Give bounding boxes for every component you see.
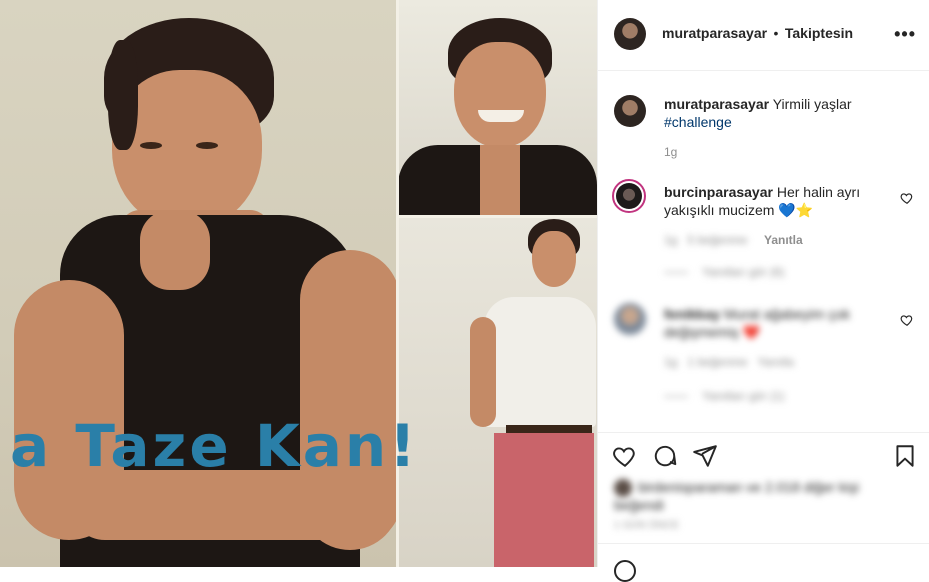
view-replies[interactable]: Yanıtları gör (6) — [664, 265, 784, 279]
comment-likes[interactable]: 1 beğenme — [687, 355, 747, 369]
hashtag-link[interactable]: #challenge — [664, 114, 732, 130]
caption-username[interactable]: muratparasayar — [664, 96, 769, 112]
comment-time: 1g — [664, 233, 678, 247]
comment-text: fenikkay Murat ağabeyim çok değişmemiş ❤… — [664, 305, 904, 341]
comment-time: 1g — [664, 355, 678, 369]
header-username[interactable]: muratparasayar — [662, 25, 767, 41]
comment-likes[interactable]: 5 beğenme — [687, 233, 747, 247]
view-replies-label: Yanıtları gör (6) — [702, 265, 785, 279]
comments-list: muratparasayar Yirmili yaşlar #challenge… — [598, 71, 929, 431]
heart-icon[interactable] — [900, 191, 914, 205]
add-comment-bar[interactable] — [598, 543, 929, 582]
avatar[interactable] — [612, 179, 646, 213]
emoji-icon[interactable] — [614, 560, 636, 582]
comment-text: burcinparasayar Her halin ayrı yakışıklı… — [664, 183, 904, 219]
view-replies-label: Yanıtları gör (1) — [702, 389, 785, 403]
comment-username[interactable]: burcinparasayar — [664, 184, 773, 200]
avatar[interactable] — [614, 18, 646, 50]
magazine-photo-smiling — [398, 0, 597, 217]
comment-icon[interactable] — [652, 443, 678, 469]
magazine-main-photo — [0, 0, 400, 567]
caption-body: Yirmili yaşlar — [772, 96, 852, 112]
caption-time: 1g — [664, 145, 678, 159]
heart-icon[interactable] — [900, 313, 914, 327]
image-divider — [396, 0, 399, 567]
follow-status[interactable]: Takiptesin — [785, 25, 853, 41]
bookmark-icon[interactable] — [892, 443, 918, 469]
reply-button[interactable]: Yanıtla — [764, 233, 803, 247]
comment-meta: 1g 1 beğenme Yanıtla — [664, 355, 794, 369]
magazine-photo-standing — [398, 217, 597, 567]
heart-emoji: ❤️ — [742, 324, 761, 340]
header-title: muratparasayar • Takiptesin — [662, 25, 853, 43]
image-divider — [398, 215, 597, 218]
likes-summary[interactable]: birdenisparaman ve 2.018 diğer kişi beğe… — [614, 479, 904, 513]
instagram-post-view: a Taze Kan! muratparasayar • Takiptesin … — [0, 0, 929, 582]
header-separator: • — [773, 25, 779, 41]
post-header: muratparasayar • Takiptesin ••• — [598, 0, 929, 71]
avatar — [614, 479, 632, 498]
avatar[interactable] — [614, 303, 646, 335]
comment-username[interactable]: fenikkay — [664, 306, 720, 322]
post-sidebar: muratparasayar • Takiptesin ••• muratpar… — [597, 0, 929, 582]
heart-icon[interactable] — [612, 443, 638, 469]
caption-text: muratparasayar Yirmili yaşlar #challenge — [664, 95, 904, 131]
more-dots-icon[interactable]: ••• — [894, 24, 916, 45]
view-replies[interactable]: Yanıtları gör (1) — [664, 389, 784, 403]
avatar[interactable] — [614, 95, 646, 127]
post-image[interactable]: a Taze Kan! — [0, 0, 597, 567]
reply-button[interactable]: Yanıtla — [757, 355, 793, 369]
post-actions: birdenisparaman ve 2.018 diğer kişi beğe… — [598, 432, 929, 543]
comment-meta: 1g 5 beğenme — [664, 233, 747, 247]
share-icon[interactable] — [692, 443, 718, 469]
post-date: 1 GÜN ÖNCE — [614, 520, 680, 531]
image-headline: a Taze Kan! — [10, 412, 419, 480]
likes-text: birdenisparaman ve 2.018 diğer kişi beğe… — [614, 479, 860, 514]
